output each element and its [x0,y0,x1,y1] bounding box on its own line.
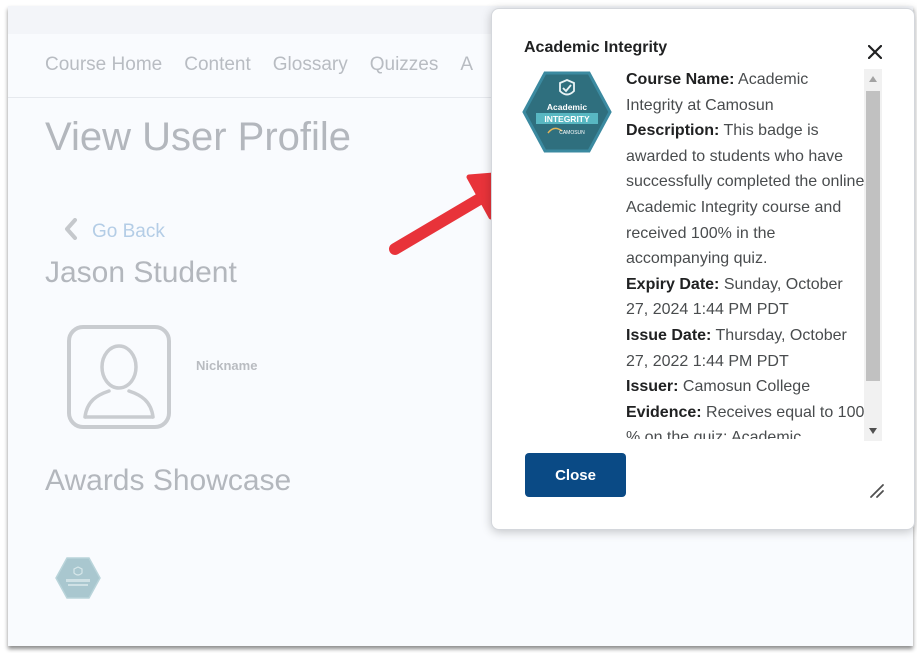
student-name: Jason Student [45,256,237,289]
go-back-label: Go Back [92,220,165,242]
issuer-field: Issuer: Camosun College [626,374,866,400]
issue-date-field: Issue Date: Thursday, October 27, 2022 1… [626,323,866,374]
evidence-field: Evidence: Receives equal to 100 % on the… [626,400,866,439]
nav-quizzes[interactable]: Quizzes [370,54,439,76]
small-badge-icon[interactable] [55,557,101,599]
badge-dialog: Academic Integrity Academic INTEGRITY CA… [491,8,915,530]
description-field: Description: This badge is awarded to st… [626,118,866,272]
academic-integrity-badge: Academic INTEGRITY CAMOSUN [522,71,612,153]
badge-line3: CAMOSUN [559,130,585,136]
badge-details[interactable]: Course Name: Academic Integrity at Camos… [626,67,866,439]
course-navbar: Course Home Content Glossary Quizzes A [45,54,473,76]
close-icon[interactable] [864,41,886,63]
scroll-down-arrow-icon[interactable] [864,421,882,441]
expiry-date-label: Expiry Date: [626,275,720,293]
chevron-left-icon [64,218,78,245]
user-avatar-icon [67,325,171,429]
nav-course-home[interactable]: Course Home [45,54,162,76]
issue-date-label: Issue Date: [626,326,712,344]
description-label: Description: [626,122,720,140]
close-button[interactable]: Close [525,453,626,497]
nav-content[interactable]: Content [184,54,251,76]
page-title: View User Profile [45,115,352,159]
details-scrollbar[interactable] [864,69,882,441]
resize-handle-icon[interactable] [867,481,885,499]
nav-glossary[interactable]: Glossary [273,54,348,76]
expiry-date-field: Expiry Date: Sunday, October 27, 2024 1:… [626,272,866,323]
scrollbar-thumb[interactable] [866,91,880,381]
issuer-label: Issuer: [626,378,679,396]
evidence-label: Evidence: [626,403,702,421]
dialog-title: Academic Integrity [524,39,668,56]
nickname-label: Nickname [196,358,258,373]
badge-line2: INTEGRITY [544,114,590,124]
awards-showcase-heading: Awards Showcase [45,464,292,497]
go-back-link[interactable]: Go Back [64,218,165,245]
issuer-value: Camosun College [682,378,811,396]
nav-more[interactable]: A [460,54,473,76]
course-name-field: Course Name: Academic Integrity at Camos… [626,67,866,118]
scroll-up-arrow-icon[interactable] [864,69,882,89]
course-name-label: Course Name: [626,71,735,88]
description-value: This badge is awarded to students who ha… [626,122,865,268]
badge-line1: Academic [547,102,587,112]
